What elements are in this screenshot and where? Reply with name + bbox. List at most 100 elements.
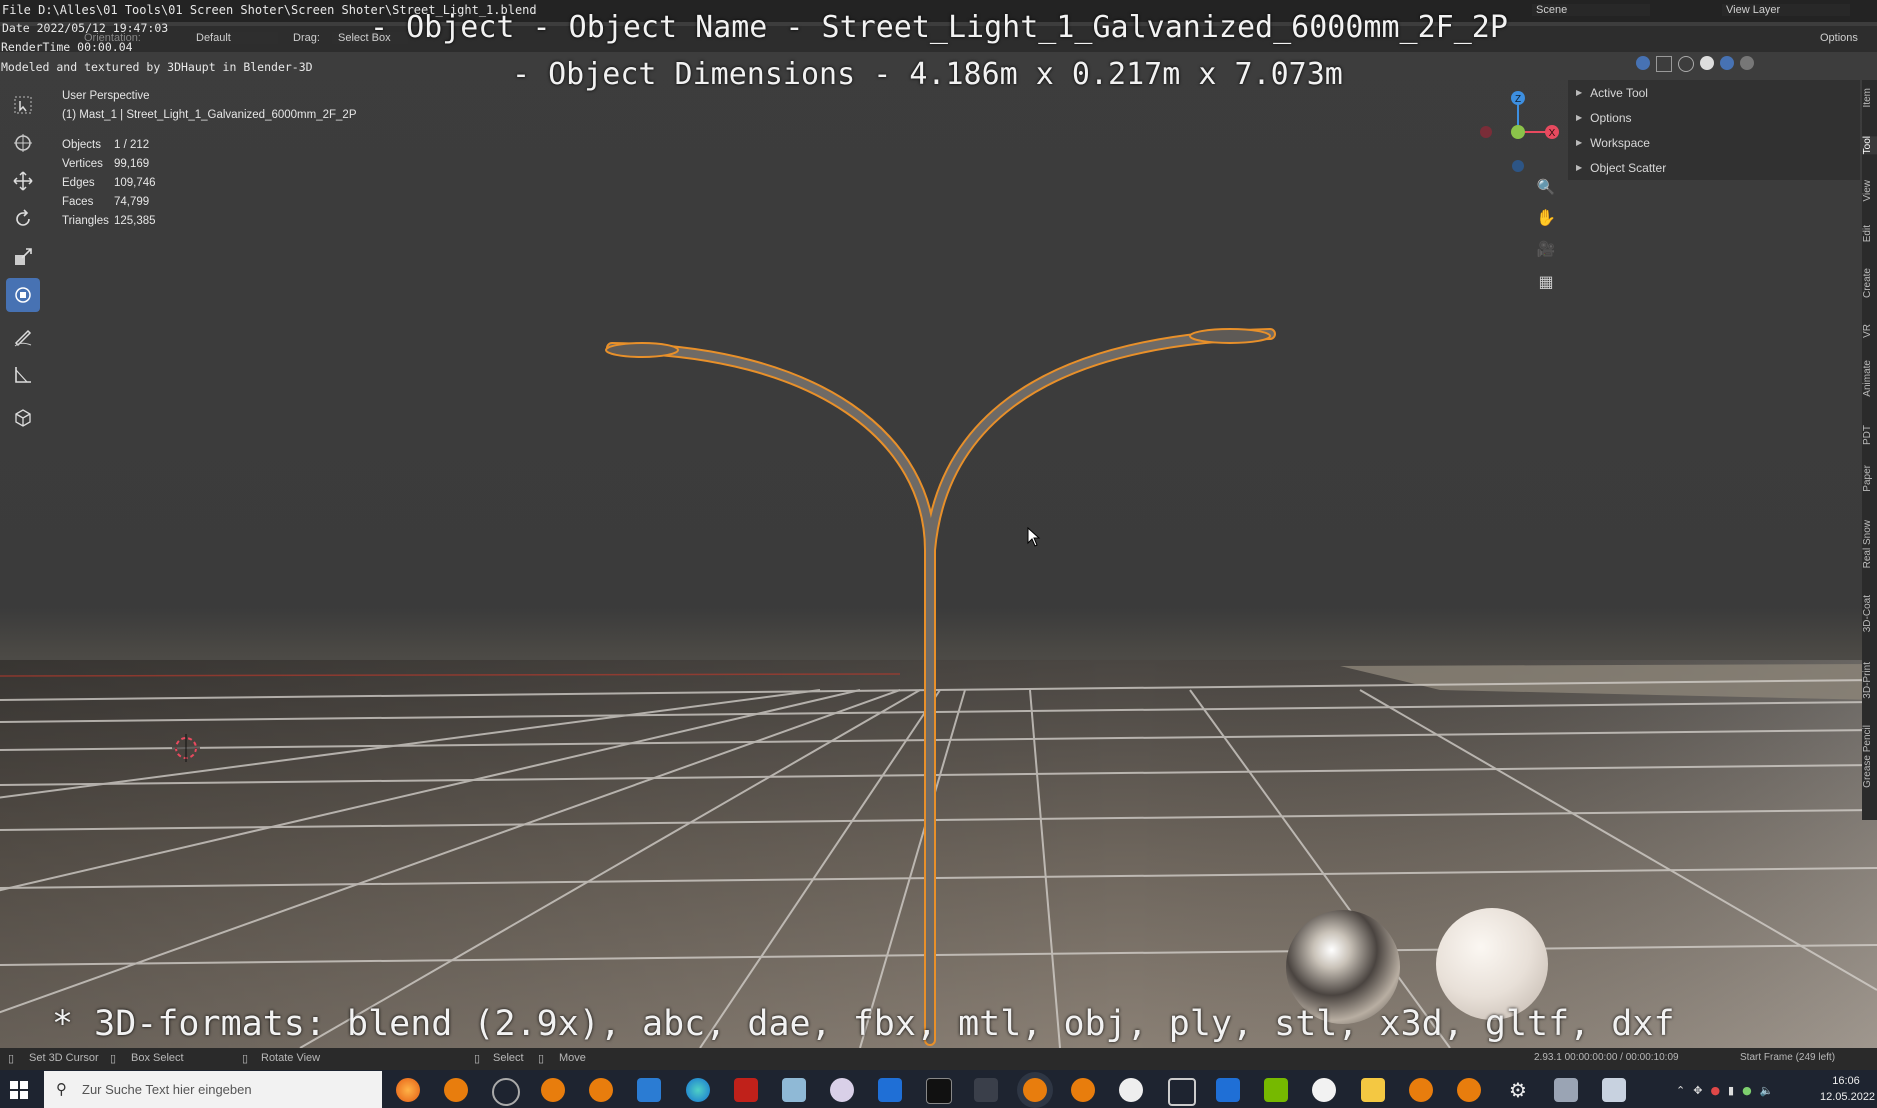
app-red-icon[interactable] [734,1078,758,1102]
rendered-shading-icon[interactable] [1740,56,1754,70]
panda-icon[interactable] [1119,1078,1143,1102]
file-explorer-icon[interactable] [1361,1078,1385,1102]
terminal-icon[interactable] [926,1078,952,1104]
tab-edit[interactable]: Edit [1862,225,1877,242]
mouse-right-icon: ▯ [242,1053,249,1065]
blender-icon[interactable] [589,1078,613,1102]
nvidia-icon[interactable] [1264,1078,1288,1102]
drag-label: Drag: [293,32,320,44]
xray-icon[interactable] [1656,56,1672,72]
left-toolbar [6,88,42,438]
tab-create[interactable]: Create [1862,268,1877,298]
tray-battery-icon[interactable]: ▮ [1728,1084,1734,1097]
wireframe-shading-icon[interactable] [1678,56,1694,72]
screenshot-app-icon[interactable] [1602,1078,1626,1102]
panel-options[interactable]: ▶ Options [1568,105,1860,130]
notebook-icon[interactable] [782,1078,806,1102]
edge-icon[interactable] [686,1078,710,1102]
credit-text: Modeled and textured by 3DHaupt in Blend… [1,60,313,74]
store-icon[interactable] [878,1078,902,1102]
taskbar-search-input[interactable]: ⚲ Zur Suche Text hier eingeben [44,1071,382,1108]
tray-wifi-icon[interactable]: ● [1742,1084,1752,1097]
tab-3d-print[interactable]: 3D-Print [1862,662,1877,699]
material-shading-icon[interactable] [1720,56,1734,70]
street-light-object[interactable] [600,320,1280,1048]
view-layer-selector[interactable]: View Layer [1722,4,1850,16]
select-cursor-icon [14,96,32,114]
panel-object-scatter[interactable]: ▶ Object Scatter [1568,155,1860,180]
solid-shading-icon[interactable] [1700,56,1714,70]
stat-value: 1 / 212 [114,138,150,151]
blender-icon[interactable] [1071,1078,1095,1102]
steam-icon[interactable] [492,1078,520,1106]
crosshair-icon [14,134,32,152]
options-dropdown[interactable]: Options [1820,32,1858,44]
overlay-icon[interactable] [1636,56,1650,70]
tab-real-snow[interactable]: Real Snow [1862,520,1877,568]
zoom-icon[interactable]: 🔍 [1534,178,1558,208]
scale-tool[interactable] [6,240,40,274]
rotate-tool[interactable] [6,202,40,236]
panel-active-tool[interactable]: ▶ Active Tool [1568,80,1860,105]
expand-triangle-icon: ▶ [1576,88,1583,97]
annotate-tool[interactable] [6,320,40,354]
search-placeholder: Zur Suche Text hier eingeben [82,1082,252,1097]
status-rotate-view: Rotate View [261,1052,321,1064]
camera-app-icon[interactable] [974,1078,998,1102]
pan-hand-icon[interactable]: ✋ [1534,208,1558,240]
tray-network-icon[interactable]: ✥ [1693,1084,1702,1097]
panel-item-label: Options [1590,110,1632,125]
settings-gear-icon[interactable]: ⚙ [1506,1078,1530,1102]
tab-animate[interactable]: Animate [1862,360,1877,397]
scene-statistics: Objects 1 / 212 Vertices 99,169 Edges 109,7… [62,135,156,230]
mouse-drag-icon: ▯ [538,1053,545,1065]
stat-label: Vertices [62,157,103,170]
windows-start-icon[interactable] [10,1081,28,1099]
tab-pdt[interactable]: PDT [1862,425,1877,445]
tab-paper[interactable]: Paper [1862,465,1877,492]
cursor-tool[interactable] [6,126,40,160]
taskbar-clock[interactable]: 16:06 12.05.2022 [1820,1075,1875,1103]
blender-icon[interactable] [1409,1078,1433,1102]
grid-ortho-icon[interactable]: ▦ [1534,272,1558,302]
status-box-select: Box Select [131,1052,184,1064]
tab-vr[interactable]: VR [1862,324,1877,338]
obs-icon[interactable] [1312,1078,1336,1102]
tab-grease-pencil[interactable]: Grease Pencil [1862,725,1877,788]
paint-icon[interactable] [830,1078,854,1102]
status-start-frame: Start Frame (249 left) [1740,1052,1836,1063]
select-box-tool[interactable] [6,88,40,122]
3d-cursor-icon[interactable] [172,734,200,762]
tray-antivirus-icon[interactable]: ● [1710,1084,1720,1097]
tab-3d-coat[interactable]: 3D-Coat [1862,595,1877,632]
stat-label: Triangles [62,214,109,227]
mail-icon[interactable] [637,1078,661,1102]
transform-tool[interactable] [6,278,40,312]
orientation-dropdown[interactable]: Default [190,32,278,44]
measure-tool[interactable] [6,358,40,392]
tray-chevron-icon[interactable]: ⌃ [1676,1084,1685,1097]
blender-icon[interactable] [541,1078,565,1102]
navigation-gizmo[interactable]: Z X [1476,86,1560,178]
stat-row: Vertices 99,169 [62,154,156,173]
camera-view-icon[interactable]: 🎥 [1534,240,1558,272]
render-time-text: RenderTime 00:00.04 [1,40,133,54]
blender-icon[interactable] [1457,1078,1481,1102]
tab-tool[interactable]: Tool [1862,136,1877,155]
scene-selector[interactable]: Scene [1532,4,1650,16]
firefox-icon[interactable] [396,1078,420,1102]
status-select: Select [493,1052,524,1064]
move-tool[interactable] [6,164,40,198]
tab-view[interactable]: View [1862,180,1877,202]
tab-item[interactable]: Item [1862,88,1877,107]
network-app-icon[interactable] [1554,1078,1578,1102]
blender-active-icon[interactable] [1023,1078,1047,1102]
panel-workspace[interactable]: ▶ Workspace [1568,130,1860,155]
blender-icon[interactable] [444,1078,468,1102]
add-cube-tool[interactable] [6,400,40,434]
shading-buttons [1636,56,1754,72]
tray-volume-icon[interactable]: 🔈 [1760,1084,1774,1097]
calendar-icon[interactable] [1216,1078,1240,1102]
3d-viewer-icon[interactable] [1168,1078,1196,1106]
stat-row: Triangles 125,385 [62,211,156,230]
